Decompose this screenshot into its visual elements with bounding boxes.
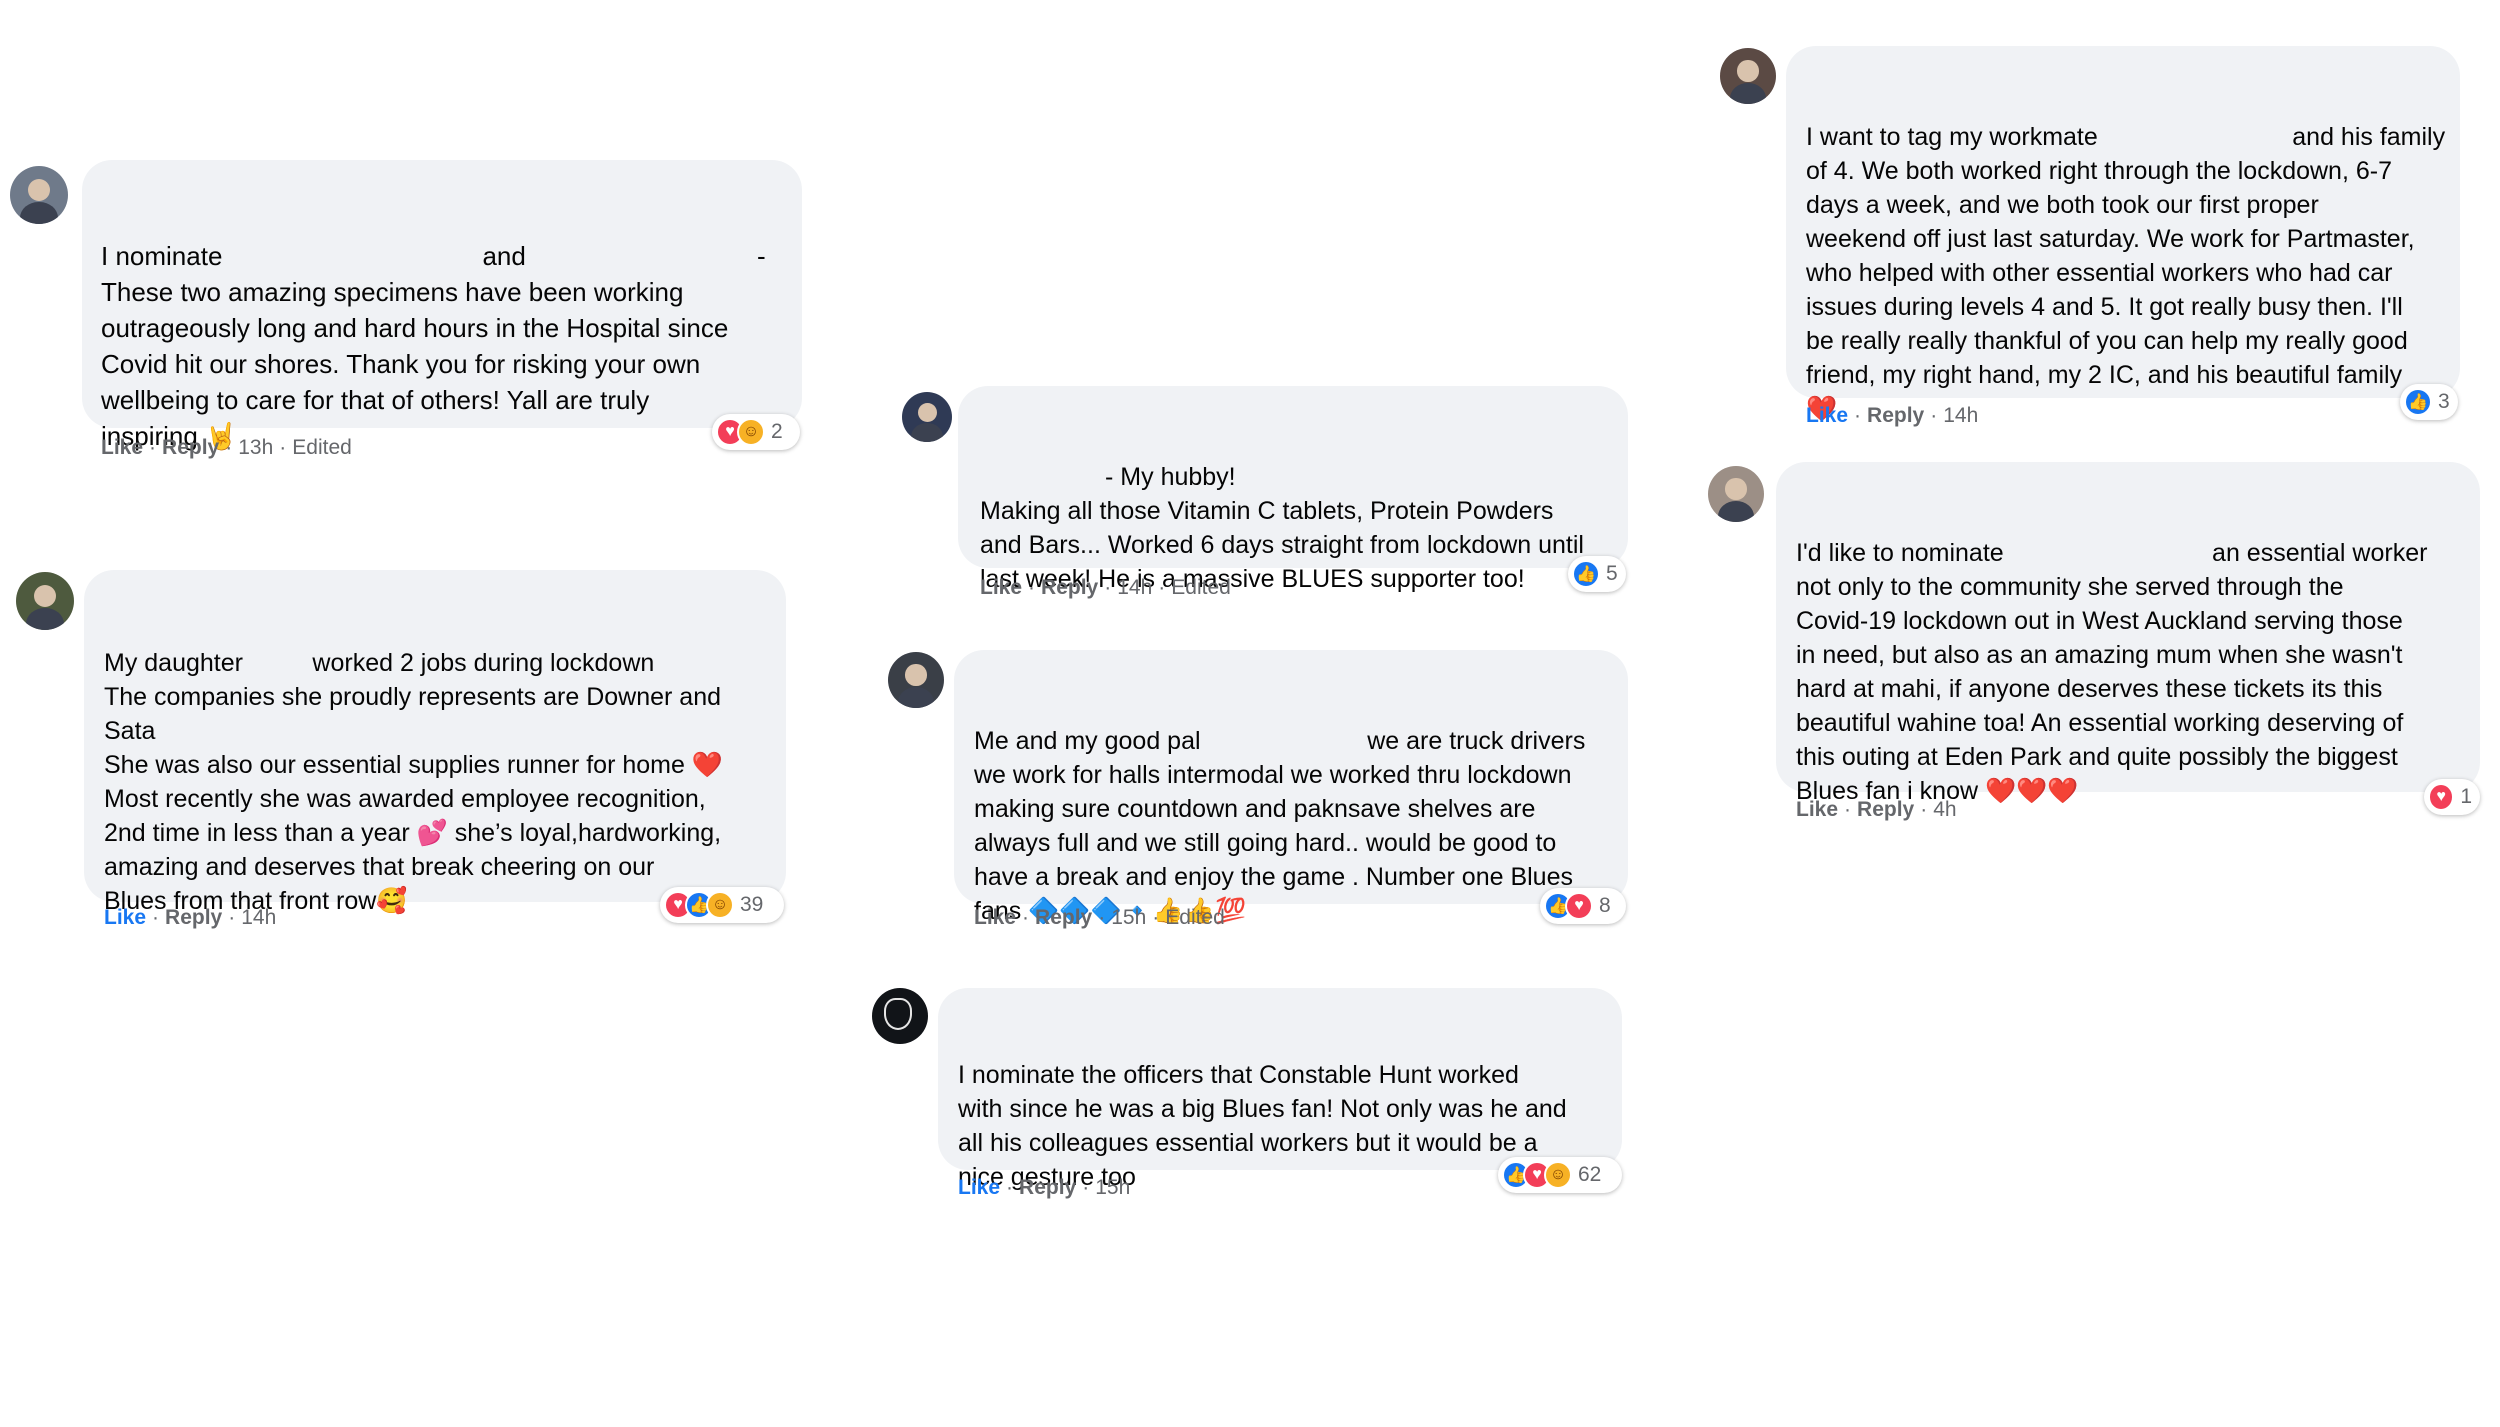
reply-link[interactable]: Reply bbox=[165, 906, 222, 929]
reaction-summary[interactable]: ♥ ☺ 2 bbox=[712, 414, 800, 450]
edited-label: Edited bbox=[1171, 576, 1231, 599]
reaction-count: 5 bbox=[1606, 562, 1618, 585]
avatar[interactable] bbox=[902, 392, 952, 442]
like-link[interactable]: Like bbox=[958, 1176, 1000, 1199]
comment-actions: Like · Reply · 14h bbox=[104, 906, 277, 929]
comment-text: Me and my good pal we are truck drivers … bbox=[974, 727, 1586, 925]
avatar[interactable] bbox=[1708, 466, 1764, 522]
reply-link[interactable]: Reply bbox=[1019, 1176, 1076, 1199]
comment-actions: Like · Reply · 15h bbox=[958, 1176, 1131, 1199]
avatar[interactable] bbox=[872, 988, 928, 1044]
love-reaction-icon: ♥ bbox=[1565, 892, 1593, 920]
comment-text: I'd like to nominate an essential worker… bbox=[1796, 539, 2428, 805]
timestamp[interactable]: 13h bbox=[238, 436, 273, 459]
comment-text: I nominate the officers that Constable H… bbox=[958, 1061, 1567, 1191]
care-reaction-icon: ☺ bbox=[1544, 1161, 1572, 1189]
reply-link[interactable]: Reply bbox=[1041, 576, 1098, 599]
comment-actions: Like · Reply · 13h · Edited bbox=[101, 436, 352, 459]
like-reaction-icon: 👍 bbox=[1572, 560, 1600, 588]
reaction-summary[interactable]: 👍 ♥ 8 bbox=[1540, 888, 1626, 924]
reaction-count: 62 bbox=[1578, 1163, 1602, 1186]
avatar[interactable] bbox=[16, 572, 74, 630]
timestamp[interactable]: 15h bbox=[1095, 1176, 1130, 1199]
comment-actions: Like · Reply · 14h bbox=[1806, 404, 1979, 427]
like-link[interactable]: Like bbox=[101, 436, 143, 459]
avatar[interactable] bbox=[10, 166, 68, 224]
reaction-summary[interactable]: 👍 5 bbox=[1568, 556, 1626, 592]
comment-text: I nominate and - These two amazing speci… bbox=[101, 241, 766, 451]
timestamp[interactable]: 14h bbox=[241, 906, 276, 929]
comment-actions: Like · Reply · 15h · Edited bbox=[974, 906, 1225, 929]
love-reaction-icon: ♥ bbox=[2428, 783, 2455, 811]
comment-text: - My hubby! Making all those Vitamin C t… bbox=[980, 463, 1584, 593]
reaction-count: 1 bbox=[2460, 785, 2472, 808]
reaction-summary[interactable]: 👍 ♥ ☺ 62 bbox=[1498, 1157, 1622, 1193]
timestamp[interactable]: 14h bbox=[1117, 576, 1152, 599]
reply-link[interactable]: Reply bbox=[1035, 906, 1092, 929]
reaction-summary[interactable]: 👍 3 bbox=[2400, 384, 2458, 420]
avatar[interactable] bbox=[1720, 48, 1776, 104]
reaction-summary[interactable]: ♥ 👍 ☺ 39 bbox=[660, 887, 784, 923]
reaction-count: 8 bbox=[1599, 894, 1611, 917]
reply-link[interactable]: Reply bbox=[162, 436, 219, 459]
edited-label: Edited bbox=[1165, 906, 1225, 929]
edited-label: Edited bbox=[292, 436, 352, 459]
reaction-count: 3 bbox=[2438, 390, 2450, 413]
like-link[interactable]: Like bbox=[980, 576, 1022, 599]
comment-text: My daughter worked 2 jobs during lockdow… bbox=[104, 649, 723, 915]
care-reaction-icon: ☺ bbox=[706, 891, 734, 919]
comment-actions: Like · Reply · 4h bbox=[1796, 798, 1957, 821]
like-link[interactable]: Like bbox=[1796, 798, 1838, 821]
care-reaction-icon: ☺ bbox=[737, 418, 765, 446]
timestamp[interactable]: 4h bbox=[1933, 798, 1956, 821]
reaction-summary[interactable]: ♥ 1 bbox=[2424, 779, 2480, 815]
like-link[interactable]: Like bbox=[104, 906, 146, 929]
like-link[interactable]: Like bbox=[1806, 404, 1848, 427]
reply-link[interactable]: Reply bbox=[1867, 404, 1924, 427]
like-link[interactable]: Like bbox=[974, 906, 1016, 929]
reply-link[interactable]: Reply bbox=[1857, 798, 1914, 821]
reaction-count: 39 bbox=[740, 893, 764, 916]
comment-text: I want to tag my workmate and his family… bbox=[1806, 123, 2446, 423]
timestamp[interactable]: 14h bbox=[1943, 404, 1978, 427]
timestamp[interactable]: 15h bbox=[1111, 906, 1146, 929]
reaction-count: 2 bbox=[771, 420, 783, 443]
avatar[interactable] bbox=[888, 652, 944, 708]
comment-actions: Like · Reply · 14h · Edited bbox=[980, 576, 1231, 599]
like-reaction-icon: 👍 bbox=[2404, 388, 2432, 416]
